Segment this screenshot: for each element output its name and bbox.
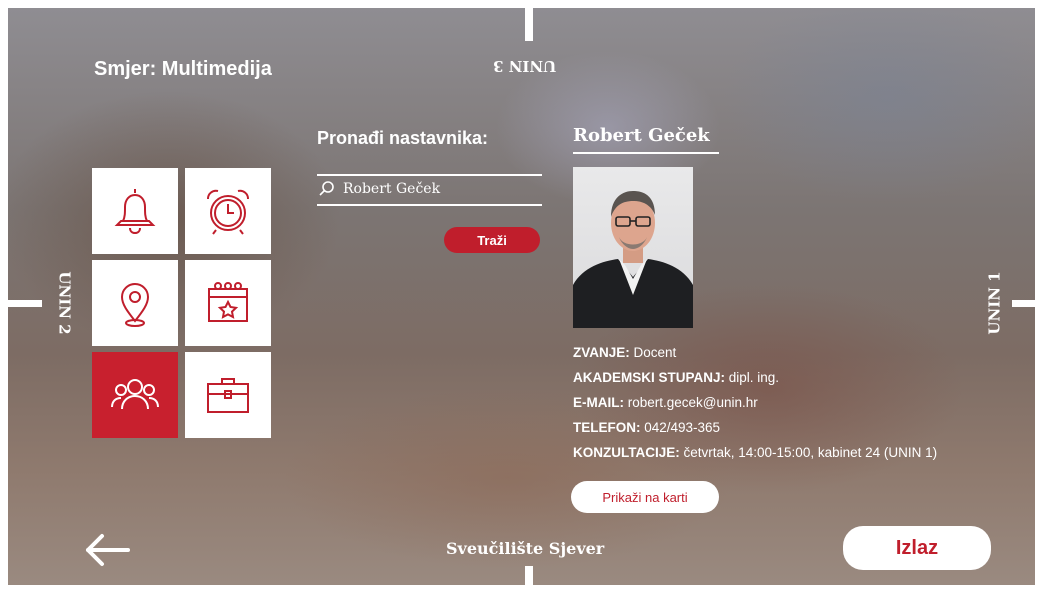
teacher-degree-row: AKADEMSKI STUPANJ: dipl. ing.: [573, 370, 779, 385]
back-button[interactable]: [82, 532, 132, 568]
teacher-title-label: ZVANJE:: [573, 345, 630, 360]
teacher-consultations-label: KONZULTACIJE:: [573, 445, 680, 460]
program-title: Smjer: Multimedija: [94, 58, 272, 80]
kiosk-screen: Smjer: Multimedija UNIN 3 UNIN 2 UNIN 1 …: [8, 8, 1035, 585]
campus-label-right: UNIN 1: [985, 271, 1004, 335]
teacher-phone-value: 042/493-365: [640, 420, 721, 435]
search-top-line: [317, 174, 542, 176]
location-pin-icon: [120, 283, 150, 327]
search-bottom-line: [317, 204, 542, 206]
frame-tick-top: [525, 8, 533, 41]
teacher-title-value: Docent: [629, 345, 677, 360]
teacher-email-row: E-MAIL: robert.gecek@unin.hr: [573, 395, 758, 410]
frame-tick-bottom: [525, 566, 533, 585]
tile-alarm-clock[interactable]: [185, 168, 271, 254]
arrow-left-icon: [86, 534, 130, 566]
search-title: Pronađi nastavnika:: [317, 128, 489, 148]
teacher-email-value: robert.gecek@unin.hr: [624, 395, 758, 410]
calendar-star-icon: [208, 282, 248, 322]
frame-tick-right: [1012, 300, 1035, 307]
show-on-map-button[interactable]: Prikaži na karti: [571, 481, 719, 513]
search-icon: [319, 181, 334, 196]
teacher-degree-label: AKADEMSKI STUPANJ:: [573, 370, 726, 385]
exit-button[interactable]: Izlaz: [843, 526, 991, 570]
tile-bell[interactable]: [92, 168, 178, 254]
search-button[interactable]: Traži: [444, 227, 540, 253]
teacher-name: Robert Geček: [573, 125, 710, 146]
campus-label-top: UNIN 3: [493, 57, 557, 75]
teacher-name-underline: [573, 152, 719, 154]
teacher-degree-value: dipl. ing.: [725, 370, 780, 385]
teacher-consultations-value: četvrtak, 14:00-15:00, kabinet 24 (UNIN …: [679, 445, 938, 460]
search-input-value: Robert Geček: [343, 181, 441, 197]
alarm-clock-icon: [207, 189, 249, 235]
frame-tick-left: [8, 300, 42, 307]
briefcase-icon: [207, 378, 249, 413]
teacher-consultations-row: KONZULTACIJE: četvrtak, 14:00-15:00, kab…: [573, 445, 937, 460]
tile-calendar[interactable]: [185, 260, 271, 346]
tile-people[interactable]: [92, 352, 178, 438]
teacher-phone-label: TELEFON:: [573, 420, 641, 435]
bell-icon: [114, 189, 156, 235]
people-icon: [111, 379, 159, 410]
teacher-email-label: E-MAIL:: [573, 395, 624, 410]
campus-label-left: UNIN 2: [55, 271, 74, 335]
tile-briefcase[interactable]: [185, 352, 271, 438]
tile-location[interactable]: [92, 260, 178, 346]
search-field[interactable]: Robert Geček: [317, 178, 542, 202]
teacher-phone-row: TELEFON: 042/493-365: [573, 420, 720, 435]
campus-label-bottom: Sveučilište Sjever: [446, 539, 605, 558]
teacher-photo: [573, 167, 693, 328]
teacher-title-row: ZVANJE: Docent: [573, 345, 676, 360]
